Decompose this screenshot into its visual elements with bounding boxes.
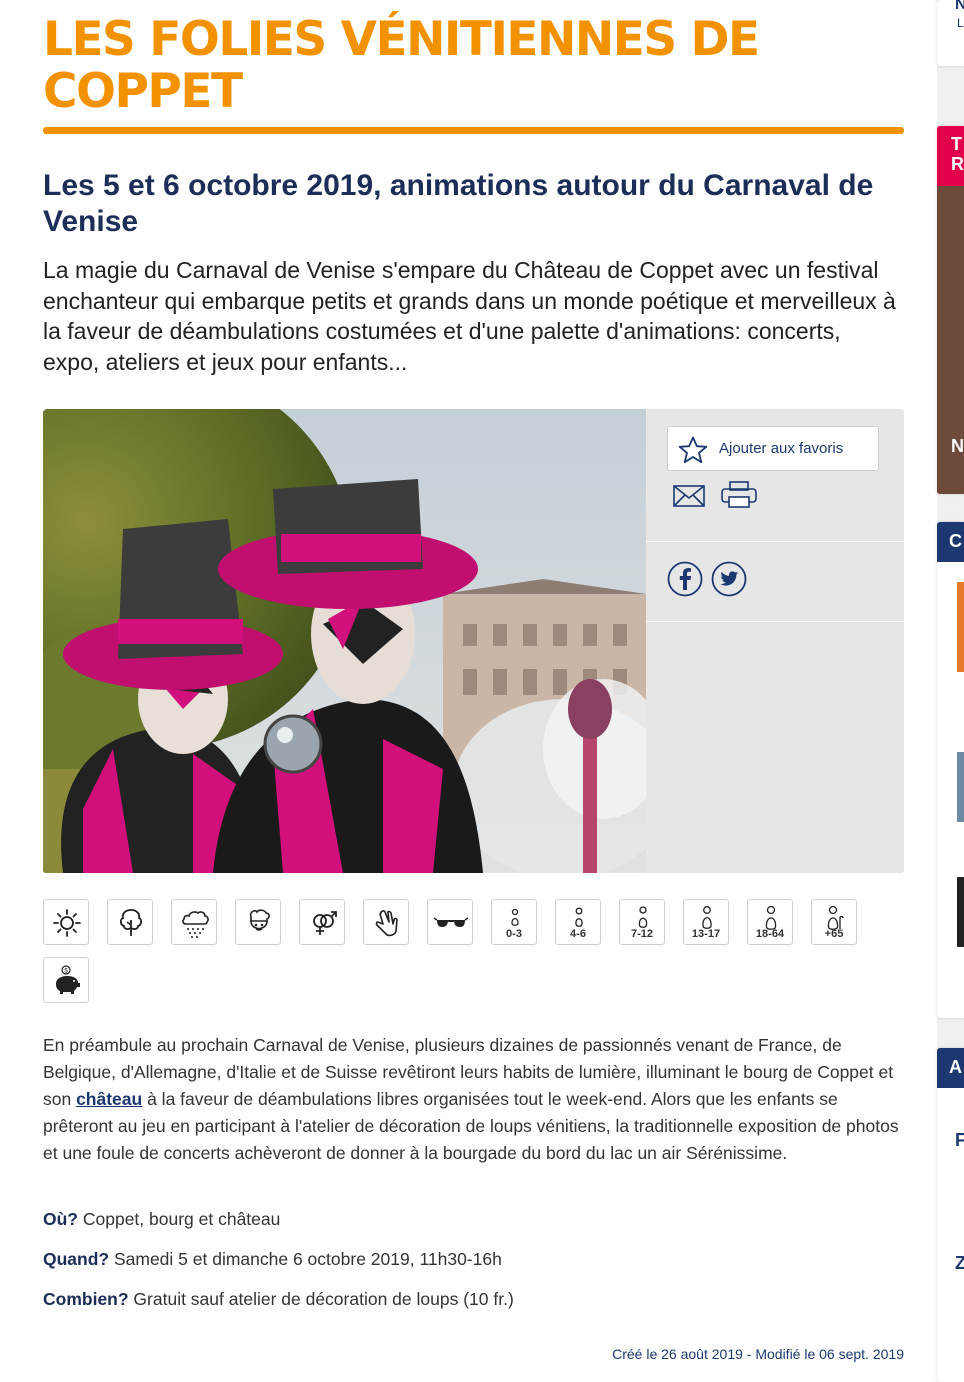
info-cost: Combien? Gratuit sauf atelier de décorat…: [43, 1287, 514, 1311]
rail-list-card[interactable]: C: [937, 522, 964, 1018]
tag-couple[interactable]: [299, 899, 345, 945]
tag-age-13-17[interactable]: 13-17: [683, 899, 729, 945]
rail-letter: F: [955, 1130, 964, 1150]
page-title: LES FOLIES VÉNITIENNES DE COPPET: [43, 12, 760, 119]
age-label: 4-6: [570, 928, 586, 940]
age-label: +65: [824, 928, 844, 940]
gender-icon: [313, 911, 337, 935]
article-body: En préambule au prochain Carnaval de Ven…: [43, 1032, 905, 1167]
where-label: Où?: [43, 1209, 78, 1229]
rail-thumb: [957, 752, 964, 822]
title-underline: [43, 127, 904, 134]
rail-letter: T: [951, 134, 962, 154]
age-label: 0-3: [506, 928, 522, 940]
when-label: Quand?: [43, 1249, 110, 1269]
tag-price[interactable]: $: [43, 957, 89, 1003]
cost-label: Combien?: [43, 1289, 129, 1309]
info-where: Où? Coppet, bourg et château: [43, 1207, 280, 1231]
rail-letter: N: [955, 0, 964, 13]
tag-crafts[interactable]: [363, 899, 409, 945]
age-label: 13-17: [691, 928, 721, 940]
body-text-part: à la faveur de déambulations libres orga…: [43, 1089, 899, 1163]
rail-letter: C: [949, 531, 962, 551]
tag-outdoor[interactable]: [107, 899, 153, 945]
tag-weather[interactable]: [171, 899, 217, 945]
tag-sun[interactable]: [43, 899, 89, 945]
rail-letter: R: [951, 154, 964, 174]
tag-age-0-3[interactable]: 0-3: [491, 899, 537, 945]
rain-cloud-icon: [182, 911, 209, 938]
rail-letter: A: [949, 1057, 962, 1077]
sidebar-divider: [646, 541, 904, 542]
carnival-photo: [43, 409, 646, 873]
add-to-favorites-button[interactable]: Ajouter aux favoris: [667, 426, 879, 471]
mail-icon[interactable]: [673, 485, 705, 507]
when-value: Samedi 5 et dimanche 6 octobre 2019, 11h…: [109, 1249, 502, 1269]
rail-letter: Z: [955, 1253, 964, 1273]
rail-promo-card[interactable]: T R N: [937, 126, 964, 494]
chef-icon: [249, 909, 270, 931]
rail-letter: L: [957, 16, 964, 30]
tag-age-65-plus[interactable]: +65: [811, 899, 857, 945]
favorites-label: Ajouter aux favoris: [719, 440, 844, 457]
article-dates: Créé le 26 août 2019 - Modifié le 06 sep…: [612, 1346, 904, 1362]
media-block: Ajouter aux favoris: [43, 409, 904, 873]
rail-letter: N: [951, 436, 964, 456]
action-sidebar: Ajouter aux favoris: [646, 409, 904, 873]
glove-icon: [375, 910, 398, 937]
tree-icon: [119, 909, 143, 936]
piggy-bank-icon: $: [56, 965, 80, 994]
sidebar-divider: [646, 621, 904, 622]
twitter-icon[interactable]: [711, 561, 747, 597]
article-lead: La magie du Carnaval de Venise s'empare …: [43, 257, 896, 375]
tag-age-4-6[interactable]: 4-6: [555, 899, 601, 945]
tag-age-18-64[interactable]: 18-64: [747, 899, 793, 945]
age-label: 7-12: [630, 928, 654, 940]
sun-icon: [53, 909, 81, 937]
article-subtitle: Les 5 et 6 octobre 2019, animations auto…: [43, 169, 874, 238]
age-label: 18-64: [755, 928, 785, 940]
where-value: Coppet, bourg et château: [78, 1209, 281, 1229]
sunglasses-icon: [433, 917, 469, 927]
rail-thumb: [957, 582, 964, 672]
tag-food[interactable]: [235, 899, 281, 945]
facebook-icon[interactable]: [667, 561, 703, 597]
chateau-link[interactable]: château: [76, 1089, 142, 1109]
cost-value: Gratuit sauf atelier de décoration de lo…: [128, 1289, 514, 1309]
rail-agenda-card[interactable]: A F Z: [937, 1048, 964, 1382]
rail-thumb: [957, 877, 964, 947]
right-rail: N L T R N C A F Z: [937, 0, 964, 1382]
star-icon: [678, 436, 708, 464]
rail-card[interactable]: N L: [937, 0, 964, 66]
print-icon[interactable]: [721, 481, 757, 509]
tag-age-7-12[interactable]: 7-12: [619, 899, 665, 945]
tag-style[interactable]: [427, 899, 473, 945]
info-when: Quand? Samedi 5 et dimanche 6 octobre 20…: [43, 1247, 502, 1271]
